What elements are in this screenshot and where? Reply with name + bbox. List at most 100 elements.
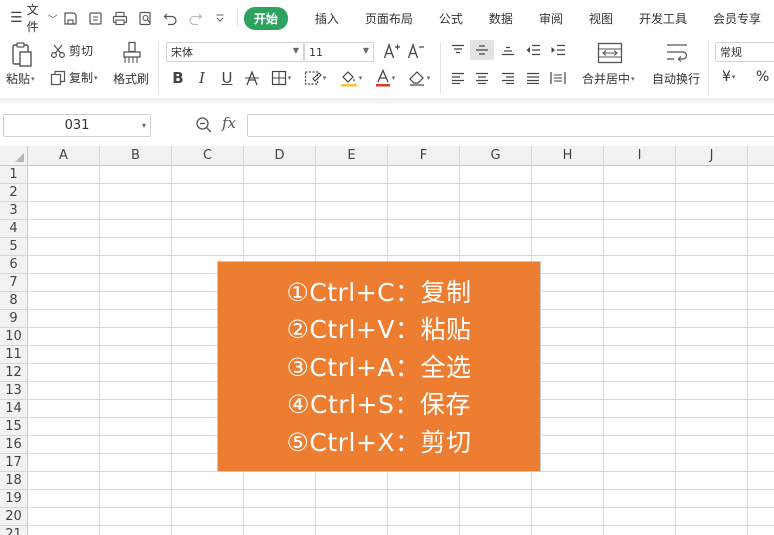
italic-button[interactable]: I (190, 68, 214, 88)
formula-input[interactable] (247, 114, 774, 137)
decrease-indent-icon[interactable] (521, 40, 545, 60)
font-color-icon[interactable]: ▾ (370, 68, 400, 88)
wrap-text-icon[interactable] (665, 42, 689, 64)
row-header-3[interactable]: 3 (0, 202, 28, 220)
row-header-17[interactable]: 17 (0, 454, 28, 472)
paste-icon[interactable] (10, 42, 34, 68)
customize-quick-access-icon[interactable] (208, 8, 233, 28)
strikethrough-icon[interactable] (240, 68, 264, 88)
cut-button[interactable]: 剪切 (50, 42, 93, 59)
tab-formulas[interactable]: 公式 (439, 10, 463, 27)
undo-icon[interactable] (158, 8, 183, 28)
tab-page-layout[interactable]: 页面布局 (365, 10, 413, 27)
column-header-k[interactable] (748, 146, 774, 166)
row-header-5[interactable]: 5 (0, 238, 28, 256)
merge-center-icon[interactable] (597, 42, 623, 64)
row-header-2[interactable]: 2 (0, 184, 28, 202)
currency-symbol: ¥ (722, 69, 731, 85)
tab-insert[interactable]: 插入 (315, 10, 339, 27)
row-header-19[interactable]: 19 (0, 490, 28, 508)
name-box[interactable]: 031 ▾ (3, 114, 151, 137)
tab-member[interactable]: 会员专享 (713, 10, 761, 27)
tab-developer[interactable]: 开发工具 (639, 10, 687, 27)
row-header-1[interactable]: 1 (0, 166, 28, 184)
paste-button[interactable]: 粘贴 ▾ (6, 70, 35, 87)
clear-format-icon[interactable]: ▾ (404, 68, 434, 88)
row-header-21[interactable]: 21 (0, 526, 28, 535)
align-left-icon[interactable] (446, 68, 470, 88)
underline-button[interactable]: U (215, 68, 239, 88)
caret-down-icon: ▾ (94, 73, 98, 82)
distributed-align-icon[interactable] (546, 68, 570, 88)
row-header-7[interactable]: 7 (0, 274, 28, 292)
align-center-icon[interactable] (470, 68, 494, 88)
cell-style-icon[interactable]: ▾ (300, 68, 330, 88)
number-format-select[interactable]: 常规 (715, 42, 774, 62)
copy-button[interactable]: 复制 ▾ (50, 69, 98, 86)
wrap-text-button[interactable]: 自动换行 (652, 70, 700, 87)
print-icon[interactable] (108, 8, 133, 28)
save-icon[interactable] (58, 8, 83, 28)
percent-format-button[interactable]: % (756, 69, 769, 85)
format-painter-icon[interactable] (121, 41, 143, 65)
row-header-13[interactable]: 13 (0, 382, 28, 400)
borders-icon[interactable]: ▾ (266, 68, 296, 88)
font-name-select[interactable]: 宋体 ▼ (166, 42, 304, 62)
increase-indent-icon[interactable] (546, 40, 570, 60)
quick-access-toolbar (58, 0, 244, 36)
row-header-11[interactable]: 11 (0, 346, 28, 364)
formula-bar: 031 ▾ fx (0, 104, 774, 144)
column-header-a[interactable]: A (28, 146, 100, 166)
row-header-10[interactable]: 10 (0, 328, 28, 346)
print-preview-icon[interactable] (133, 8, 158, 28)
column-header-i[interactable]: I (604, 146, 676, 166)
column-header-c[interactable]: C (172, 146, 244, 166)
align-middle-icon[interactable] (470, 40, 494, 60)
fill-color-icon[interactable]: ▾ (336, 68, 366, 88)
column-header-h[interactable]: H (532, 146, 604, 166)
column-header-f[interactable]: F (388, 146, 460, 166)
format-painter-button[interactable]: 格式刷 (113, 70, 149, 87)
row-header-12[interactable]: 12 (0, 364, 28, 382)
align-right-icon[interactable] (496, 68, 520, 88)
align-bottom-icon[interactable] (496, 40, 520, 60)
row-header-15[interactable]: 15 (0, 418, 28, 436)
shortcut-textbox[interactable]: ①Ctrl+C：复制 ②Ctrl+V：粘贴 ③Ctrl+A：全选 ④Ctrl+S… (217, 261, 541, 472)
justify-icon[interactable] (521, 68, 545, 88)
shortcut-save: ④Ctrl+S：保存 (287, 390, 471, 420)
row-header-16[interactable]: 16 (0, 436, 28, 454)
align-top-icon[interactable] (446, 40, 470, 60)
column-header-g[interactable]: G (460, 146, 532, 166)
ribbon-separator (158, 42, 159, 94)
increase-font-size-icon[interactable] (380, 41, 404, 61)
currency-format-button[interactable]: ¥ ▾ (722, 69, 735, 85)
bold-button[interactable]: B (166, 68, 190, 88)
font-size-select[interactable]: 11 ▼ (304, 42, 374, 62)
zoom-icon[interactable] (195, 116, 213, 137)
insert-function-button[interactable]: fx (222, 114, 236, 132)
shortcut-paste: ②Ctrl+V：粘贴 (286, 315, 472, 345)
row-header-4[interactable]: 4 (0, 220, 28, 238)
row-header-9[interactable]: 9 (0, 310, 28, 328)
column-header-j[interactable]: J (676, 146, 748, 166)
tab-review[interactable]: 审阅 (539, 10, 563, 27)
redo-icon[interactable] (183, 8, 208, 28)
export-pdf-icon[interactable] (83, 8, 108, 28)
row-header-8[interactable]: 8 (0, 292, 28, 310)
row-header-6[interactable]: 6 (0, 256, 28, 274)
tab-view[interactable]: 视图 (589, 10, 613, 27)
column-header-e[interactable]: E (316, 146, 388, 166)
row-header-20[interactable]: 20 (0, 508, 28, 526)
row-header-14[interactable]: 14 (0, 400, 28, 418)
copy-icon (50, 70, 66, 86)
select-all-corner[interactable] (0, 146, 28, 166)
merge-center-button[interactable]: 合并居中 ▾ (582, 70, 635, 87)
row-header-18[interactable]: 18 (0, 472, 28, 490)
tab-home[interactable]: 开始 (243, 6, 288, 30)
decrease-font-size-icon[interactable] (404, 41, 428, 61)
shortcut-copy: ①Ctrl+C：复制 (286, 277, 472, 307)
column-header-d[interactable]: D (244, 146, 316, 166)
tab-data[interactable]: 数据 (489, 10, 513, 27)
file-menu[interactable]: ☰ 文件 ﹀ (0, 0, 58, 36)
column-header-b[interactable]: B (100, 146, 172, 166)
